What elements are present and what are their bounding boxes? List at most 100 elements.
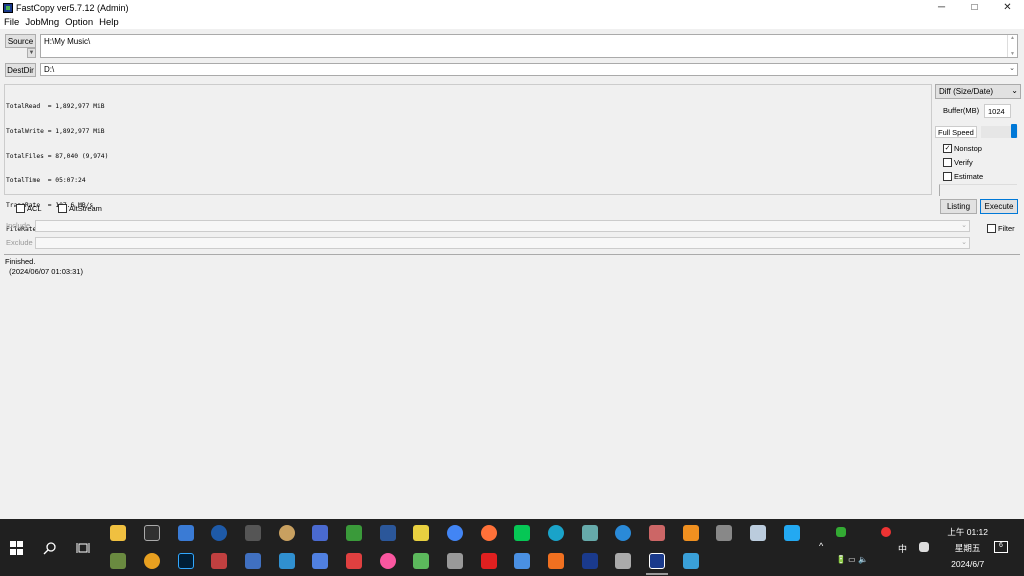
chevron-down-icon[interactable]: ⌄ [961,238,967,246]
filter-option[interactable]: Filter [987,224,1015,233]
execute-button[interactable]: Execute [980,199,1018,214]
menu-file[interactable]: File [4,17,19,28]
source-scrollbar[interactable]: ▲ ▼ [1007,35,1017,57]
filter-label: Filter [998,224,1015,233]
speed-slider-thumb[interactable] [1011,124,1017,138]
app-icon[interactable] [615,553,631,569]
source-button[interactable]: Source [5,34,36,48]
stat-total-write: TotalWrite = 1,892,977 MiB [6,128,105,136]
file-explorer-icon[interactable] [110,525,126,541]
word-icon[interactable] [380,525,396,541]
app-icon[interactable] [413,525,429,541]
app-icon[interactable] [110,553,126,569]
fastcopy-active-icon[interactable] [649,553,665,569]
close-button[interactable]: ✕ [991,0,1024,15]
app-icon[interactable] [279,525,295,541]
line-icon[interactable] [514,525,530,541]
search-icon[interactable] [43,541,57,555]
app-icon[interactable] [245,525,261,541]
terminal-icon[interactable] [144,525,160,541]
chevron-down-icon: ⌄ [1011,86,1018,95]
include-field[interactable]: ⌄ [35,220,970,232]
app-icon[interactable] [346,525,362,541]
app-icon[interactable] [750,525,766,541]
app-icon[interactable] [211,525,227,541]
menu-option[interactable]: Option [65,17,93,28]
minimize-button[interactable]: ─ [925,0,958,15]
log-status-line: Finished. [5,257,36,266]
vscode-icon[interactable] [784,525,800,541]
app-icon[interactable] [312,525,328,541]
itunes-icon[interactable] [380,553,396,569]
app-icon[interactable] [548,553,564,569]
app-tray-icon[interactable] [836,527,846,537]
verify-option[interactable]: Verify [943,158,973,167]
copy-mode-select[interactable]: Diff (Size/Date) ⌄ [935,84,1021,99]
notification-center-icon[interactable]: 6 [994,541,1008,553]
task-view-icon[interactable] [76,541,90,555]
nonstop-checkbox[interactable]: ✓ [943,144,952,153]
estimate-option[interactable]: Estimate [943,172,983,181]
nonstop-option[interactable]: ✓ Nonstop [943,144,982,153]
exclude-label: Exclude [6,238,33,247]
buffer-input[interactable]: 1024 [984,104,1011,118]
app-icon[interactable] [413,553,429,569]
fastcopy-icon[interactable] [582,553,598,569]
altstream-checkbox[interactable] [58,204,67,213]
estimate-label: Estimate [954,172,984,181]
dest-path-field[interactable]: D:\ ⌄ [40,63,1018,76]
app-icon[interactable] [548,525,564,541]
firefox-icon[interactable] [481,525,497,541]
app-icon[interactable] [211,553,227,569]
app-icon[interactable] [615,525,631,541]
taskbar: ^ 中 🔋 ▭ 🔈 上午 01:12 星期五 2024/6/7 6 [0,519,1024,576]
app-icon[interactable] [144,553,160,569]
app-icon[interactable] [312,553,328,569]
stat-total-read: TotalRead = 1,892,977 MiB [6,103,105,111]
chevron-down-icon[interactable]: ⌄ [961,221,967,229]
app-icon[interactable] [178,525,194,541]
menu-help[interactable]: Help [99,17,119,28]
app-icon[interactable] [716,525,732,541]
listing-button[interactable]: Listing [940,199,977,214]
app-icon[interactable] [279,553,295,569]
menu-bar: File JobMng Option Help [0,15,1024,29]
chevron-down-icon[interactable]: ⌄ [1009,64,1015,72]
app-tray-icon[interactable] [881,527,891,537]
photoshop-icon[interactable] [178,553,194,569]
acl-option[interactable]: ACL [16,204,42,213]
app-icon[interactable] [514,553,530,569]
system-clock[interactable]: 上午 01:12 星期五 2024/6/7 [947,524,988,572]
app-icon[interactable] [481,553,497,569]
app-icon[interactable] [346,553,362,569]
acl-label: ACL [27,204,42,213]
filter-checkbox[interactable] [987,224,996,233]
stat-total-time: TotalTime = 05:07:24 [6,177,86,185]
keyboard-icon[interactable] [919,542,929,552]
destdir-button[interactable]: DestDir [5,63,36,77]
start-button[interactable] [10,541,24,555]
chrome-icon[interactable] [447,525,463,541]
menu-jobmng[interactable]: JobMng [25,17,59,28]
altstream-option[interactable]: AltStream [58,204,102,213]
estimate-display [939,184,1017,196]
maximize-button[interactable]: □ [958,0,991,15]
chevron-up-icon[interactable]: ^ [819,541,823,551]
app-icon[interactable] [683,553,699,569]
ime-indicator[interactable]: 中 [898,542,907,555]
source-path-field[interactable]: H:\My Music\ ▲ ▼ [40,34,1018,58]
app-icon[interactable] [649,525,665,541]
app-icon[interactable] [582,525,598,541]
app-icon[interactable] [683,525,699,541]
estimate-checkbox[interactable] [943,172,952,181]
acl-checkbox[interactable] [16,204,25,213]
active-window-indicator [646,573,668,575]
exclude-field[interactable]: ⌄ [35,237,970,249]
app-icon[interactable] [447,553,463,569]
source-history-dropdown[interactable]: ▼ [27,48,36,58]
window-controls: ─ □ ✕ [925,0,1024,15]
network-icon[interactable]: 🔋 ▭ 🔈 [836,555,868,564]
app-icon[interactable] [245,553,261,569]
verify-checkbox[interactable] [943,158,952,167]
source-path-value: H:\My Music\ [44,37,91,46]
